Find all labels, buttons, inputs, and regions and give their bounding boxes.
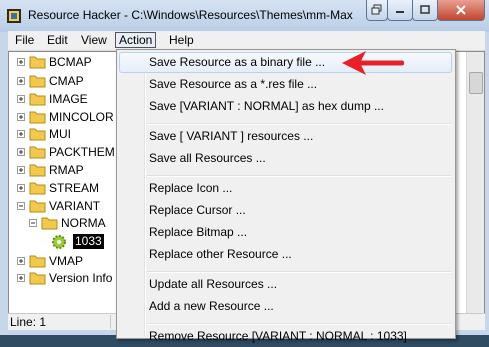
tree-item-label: IMAGE — [49, 92, 88, 106]
resource-gear-icon — [51, 234, 67, 253]
maximize-button[interactable] — [412, 0, 438, 21]
save-variant-resources-item[interactable]: Save [ VARIANT ] resources ... — [119, 126, 452, 147]
minimize-icon — [396, 11, 404, 13]
menu-view[interactable]: View — [78, 32, 110, 48]
folder-icon — [29, 74, 46, 88]
expand-plus-icon[interactable] — [17, 113, 25, 121]
folder-icon — [29, 163, 46, 177]
remove-resource-item[interactable]: Remove Resource [VARIANT : NORMAL : 1033… — [119, 326, 452, 347]
resource-hacker-app-icon — [7, 9, 21, 23]
replace-cursor-item[interactable]: Replace Cursor ... — [119, 200, 452, 221]
tree-item-label: CMAP — [49, 74, 84, 88]
replace-bitmap-item[interactable]: Replace Bitmap ... — [119, 222, 452, 243]
folder-icon — [29, 110, 46, 124]
tree-item-label: VMAP — [49, 254, 84, 268]
tree-item-label: PACKTHEM — [49, 145, 115, 159]
add-new-resource-item[interactable]: Add a new Resource ... — [119, 296, 452, 317]
expand-plus-icon[interactable] — [17, 148, 25, 156]
annotation-arrow-icon — [342, 51, 404, 75]
menu-bar: File Edit View Action Help — [8, 31, 485, 51]
tree-item-label: BCMAP — [49, 55, 92, 69]
menu-file[interactable]: File — [12, 32, 37, 48]
tree-item-label: 1033 — [73, 234, 104, 249]
tree-item-label: MUI — [49, 127, 71, 141]
folder-icon — [29, 271, 46, 285]
tree-item-variant[interactable]: VARIANT — [9, 198, 124, 216]
tree-item-norma[interactable]: NORMA — [9, 215, 124, 233]
menu-separator — [147, 175, 451, 177]
collapse-minus-icon[interactable] — [29, 219, 37, 227]
expand-plus-icon[interactable] — [17, 274, 25, 282]
close-icon — [456, 5, 466, 15]
status-line: Line: 1 — [10, 315, 111, 329]
minimize-button[interactable] — [387, 0, 413, 21]
scrollbar-thumb[interactable] — [469, 72, 483, 94]
folder-icon — [29, 181, 46, 195]
expand-plus-icon[interactable] — [17, 184, 25, 192]
tree-item-version-info[interactable]: Version Info — [9, 270, 124, 288]
folder-icon — [29, 145, 46, 159]
expand-plus-icon[interactable] — [17, 130, 25, 138]
restore-icon — [371, 4, 382, 15]
vertical-scrollbar[interactable] — [466, 52, 484, 313]
folder-icon — [29, 254, 46, 268]
window-title: Resource Hacker - C:\Windows\Resources\T… — [28, 8, 353, 22]
restore-button[interactable] — [366, 0, 388, 21]
save-res-file-item[interactable]: Save Resource as a *.res file ... — [119, 74, 452, 95]
tree-item-label: RMAP — [49, 163, 84, 177]
menu-separator — [147, 323, 451, 325]
tree-item-cmap[interactable]: CMAP — [9, 73, 124, 91]
folder-icon — [29, 127, 46, 141]
tree-item-label: Version Info — [49, 271, 113, 285]
menu-edit[interactable]: Edit — [44, 32, 71, 48]
expand-plus-icon[interactable] — [17, 95, 25, 103]
menu-separator — [147, 271, 451, 273]
expand-plus-icon[interactable] — [17, 166, 25, 174]
tree-item-label: VARIANT — [49, 199, 101, 213]
close-button[interactable] — [437, 0, 485, 21]
tree-item-packthem[interactable]: PACKTHEM — [9, 144, 124, 162]
replace-icon-item[interactable]: Replace Icon ... — [119, 178, 452, 199]
tree-item-rmap[interactable]: RMAP — [9, 162, 124, 180]
tree-item-label: MINCOLOR — [49, 110, 114, 124]
tree-item-vmap[interactable]: VMAP — [9, 253, 124, 271]
update-all-resources-item[interactable]: Update all Resources ... — [119, 274, 452, 295]
folder-icon — [29, 92, 46, 106]
tree-item-label: STREAM — [49, 181, 100, 195]
open-folder-icon — [41, 216, 58, 230]
open-folder-icon — [29, 199, 46, 213]
menu-action[interactable]: Action — [115, 32, 157, 48]
tree-item-mincolor[interactable]: MINCOLOR — [9, 109, 124, 127]
save-all-resources-item[interactable]: Save all Resources ... — [119, 148, 452, 169]
title-bar[interactable]: Resource Hacker - C:\Windows\Resources\T… — [0, 0, 489, 32]
tree-item-1033[interactable]: 1033 — [9, 233, 124, 251]
expand-plus-icon[interactable] — [17, 58, 25, 66]
tree-item-stream[interactable]: STREAM — [9, 180, 124, 198]
maximize-icon — [420, 5, 430, 14]
replace-other-resource-item[interactable]: Replace other Resource ... — [119, 244, 452, 265]
action-menu: Save Resource as a binary file ... Save … — [116, 49, 456, 343]
tree-item-label: NORMA — [61, 216, 106, 230]
menu-separator — [147, 123, 451, 125]
folder-icon — [29, 55, 46, 69]
expand-plus-icon[interactable] — [17, 257, 25, 265]
tree-item-mui[interactable]: MUI — [9, 126, 124, 144]
tree-item-image[interactable]: IMAGE — [9, 91, 124, 109]
menu-help[interactable]: Help — [166, 32, 197, 48]
tree-item-bcmap[interactable]: BCMAP — [9, 54, 124, 72]
expand-plus-icon[interactable] — [17, 77, 25, 85]
save-hex-dump-item[interactable]: Save [VARIANT : NORMAL] as hex dump ... — [119, 96, 452, 117]
collapse-minus-icon[interactable] — [17, 202, 25, 210]
